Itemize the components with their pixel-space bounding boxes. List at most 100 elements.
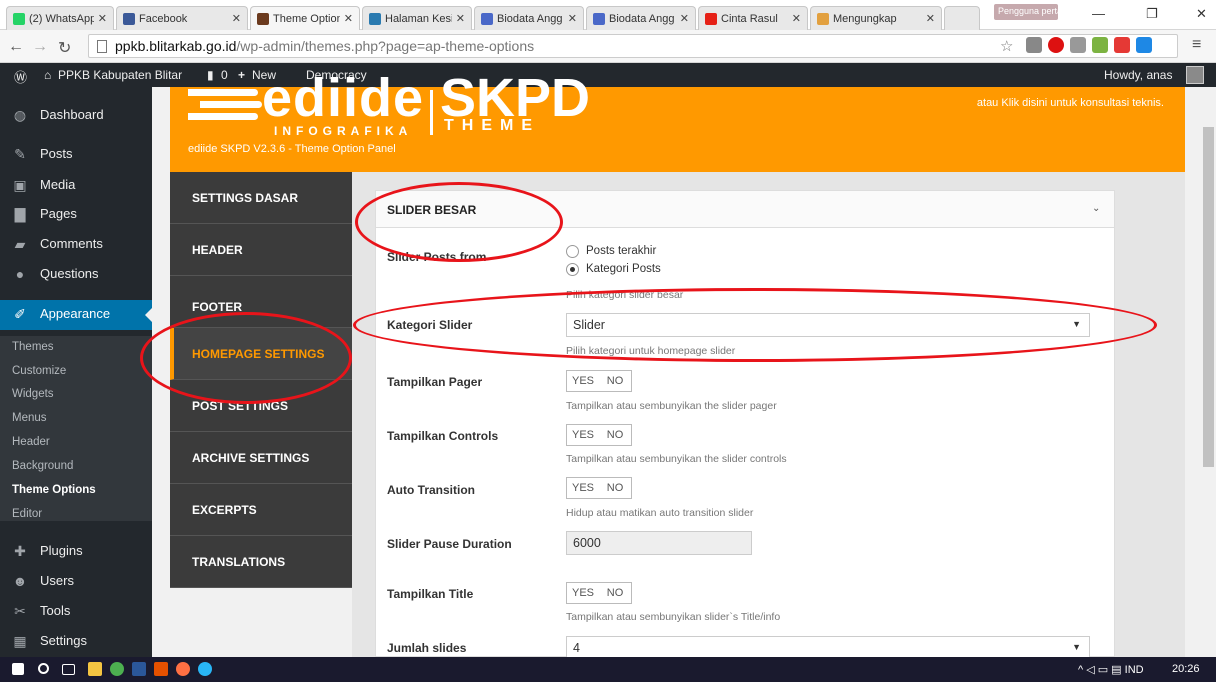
firefox-icon[interactable] [176,662,190,676]
browser-tab[interactable]: (2) WhatsApp ✕ [6,6,114,30]
tab-homepage-settings[interactable]: HOMEPAGE SETTINGS [170,328,352,380]
address-bar[interactable]: ppkb.blitarkab.go.id/wp-admin/themes.php… [88,34,1178,58]
browser-tab[interactable]: Cinta Rasul ✕ [698,6,808,30]
section-header[interactable] [375,190,1115,228]
sidebar-item-tools[interactable]: ✂ Tools [0,597,152,627]
sidebar-item-users[interactable]: ☻ Users [0,567,152,597]
chrome-icon[interactable] [110,662,124,676]
title-toggle[interactable]: YES NO [566,582,632,604]
plus-icon[interactable]: + [238,68,245,82]
pager-toggle[interactable]: YES NO [566,370,632,392]
tab-header[interactable]: HEADER [170,224,352,276]
app-icon[interactable] [198,662,212,676]
opera-extension-icon[interactable] [1048,37,1064,53]
sidebar-item-questions[interactable]: ● Questions [0,260,152,290]
close-tab-icon[interactable]: ✕ [344,12,353,25]
site-name-link[interactable]: PPKB Kabupaten Blitar [58,68,182,82]
sidebar-item-comments[interactable]: ▰ Comments [0,230,152,260]
browser-tab[interactable]: Biodata Angg ✕ [474,6,584,30]
sidebar-item-posts[interactable]: ✎ Posts [0,140,152,170]
browser-tab[interactable]: Mengungkap ✕ [810,6,942,30]
minimize-icon[interactable]: — [1092,6,1105,21]
radio-posts-terakhir[interactable] [566,245,579,258]
tab-translations[interactable]: TRANSLATIONS [170,536,352,588]
consult-link[interactable]: atau Klik disini untuk konsultasi teknis… [900,97,1164,109]
app-icon[interactable] [154,662,168,676]
field-description: Pilih kategori untuk homepage slider [566,345,736,357]
tab-excerpts[interactable]: EXCERPTS [170,484,352,536]
forward-icon[interactable]: → [32,38,48,56]
panel-title: ediide SKPD V2.3.6 - Theme Option Panel [188,143,396,155]
sidebar-item-settings[interactable]: ▦ Settings [0,627,152,657]
wordpress-logo-icon[interactable]: Ⓦ [14,67,27,86]
close-tab-icon[interactable]: ✕ [680,12,689,25]
camera-extension-icon[interactable] [1026,37,1042,53]
close-tab-icon[interactable]: ✕ [926,12,935,25]
chevron-down-icon[interactable]: ⌄ [1092,203,1100,214]
submenu-menus[interactable]: Menus [0,409,152,431]
clock[interactable]: 20:26 [1172,663,1200,675]
close-tab-icon[interactable]: ✕ [456,12,465,25]
new-tab-button[interactable] [944,6,980,30]
close-tab-icon[interactable]: ✕ [568,12,577,25]
submenu-background[interactable]: Background [0,457,152,479]
avatar[interactable] [1186,66,1204,84]
system-tray[interactable]: ^ ◁ ▭ ▤ IND [1078,663,1144,676]
close-tab-icon[interactable]: ✕ [792,12,801,25]
tab-settings-dasar[interactable]: SETTINGS DASAR [170,172,352,224]
sidebar-item-pages[interactable]: ▇ Pages [0,200,152,230]
back-icon[interactable]: ← [8,38,24,56]
browser-tab-active[interactable]: Theme Option ✕ [250,6,360,30]
question-icon: ● [15,266,25,282]
browser-tab[interactable]: Facebook ✕ [116,6,248,30]
submenu-theme-options[interactable]: Theme Options [0,481,152,503]
user-icon: ☻ [12,573,28,589]
submenu-themes[interactable]: Themes [0,338,152,360]
submenu-header[interactable]: Header [0,433,152,455]
submenu-widgets[interactable]: Widgets [0,385,152,407]
wp-admin-sidebar: ◍ Dashboard ✎ Posts ▣ Media ▇ Pages ▰ Comment… [0,87,152,657]
extension-icon[interactable] [1136,37,1152,53]
controls-toggle[interactable]: YES NO [566,424,632,446]
comments-count[interactable]: 0 [221,68,228,82]
comment-bubble-icon[interactable]: ▮ [207,68,214,82]
radio-kategori-posts[interactable] [566,263,579,276]
pause-duration-input[interactable]: 6000 [566,531,752,555]
browser-tab[interactable]: Halaman Kesi ✕ [362,6,472,30]
task-view-icon[interactable] [62,664,75,675]
close-tab-icon[interactable]: ✕ [232,12,241,25]
whatsapp-icon [13,12,25,25]
submenu-editor[interactable]: Editor [0,505,152,527]
windows-start-icon[interactable] [12,663,24,675]
scrollbar-thumb[interactable] [1203,127,1214,467]
url-host: ppkb.blitarkab.go.id [115,38,237,54]
sidebar-item-dashboard[interactable]: ◍ Dashboard [0,101,152,131]
sidebar-item-appearance[interactable]: ✐ Appearance [0,300,152,330]
android-extension-icon[interactable] [1092,37,1108,53]
sidebar-item-media[interactable]: ▣ Media [0,171,152,201]
kategori-slider-select[interactable]: Slider ▼ [566,313,1090,337]
submenu-customize[interactable]: Customize [0,362,152,384]
browser-tab[interactable]: Biodata Angg ✕ [586,6,696,30]
star-icon[interactable]: ☆ [1000,37,1013,55]
file-explorer-icon[interactable] [88,662,102,676]
reload-icon[interactable]: ↻ [58,38,71,58]
word-icon[interactable] [132,662,146,676]
restore-icon[interactable]: ❐ [1146,6,1158,22]
profile-button[interactable]: Pengguna perta... [994,4,1058,20]
close-tab-icon[interactable]: ✕ [98,12,107,25]
language-indicator[interactable]: IND [1125,664,1144,676]
search-icon[interactable] [38,663,49,674]
auto-transition-toggle[interactable]: YES NO [566,477,632,499]
cast-extension-icon[interactable] [1070,37,1086,53]
tab-post-settings[interactable]: POST SETTINGS [170,380,352,432]
extension-icon[interactable] [1114,37,1130,53]
tab-archive-settings[interactable]: ARCHIVE SETTINGS [170,432,352,484]
account-greeting[interactable]: Howdy, anas [1104,68,1172,82]
close-window-icon[interactable]: ✕ [1196,6,1207,22]
tab-footer[interactable]: FOOTER [170,276,352,328]
wrench-icon: ✂ [14,603,26,619]
menu-icon[interactable]: ≡ [1192,36,1201,54]
sidebar-item-plugins[interactable]: ✚ Plugins [0,537,152,567]
home-icon[interactable]: ⌂ [44,68,51,82]
